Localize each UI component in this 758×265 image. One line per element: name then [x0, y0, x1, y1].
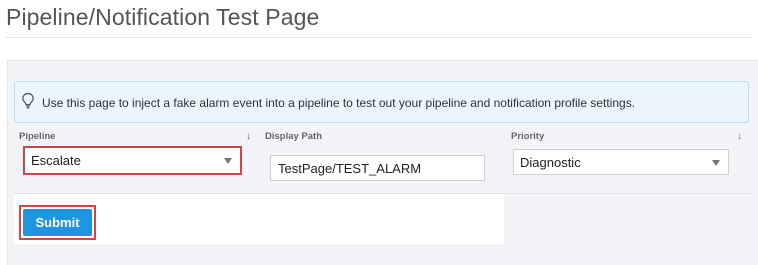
- test-form-panel: Use this page to inject a fake alarm eve…: [7, 60, 758, 265]
- info-text: Use this page to inject a fake alarm eve…: [42, 96, 636, 110]
- pipeline-sort-arrow-icon[interactable]: ↓: [246, 131, 251, 143]
- priority-label: Priority: [511, 131, 545, 142]
- page-title: Pipeline/Notification Test Page: [6, 4, 320, 30]
- pipeline-select-value: Escalate: [31, 153, 81, 168]
- chevron-down-icon: [224, 158, 232, 164]
- chevron-down-icon: [712, 160, 720, 166]
- submit-area: Submit: [14, 194, 504, 244]
- submit-button[interactable]: Submit: [23, 209, 92, 236]
- pipeline-select[interactable]: Escalate: [23, 146, 242, 175]
- display-path-input[interactable]: TestPage/TEST_ALARM: [270, 155, 485, 181]
- display-path-label: Display Path: [265, 131, 323, 142]
- info-banner: Use this page to inject a fake alarm eve…: [14, 81, 749, 123]
- priority-select[interactable]: Diagnostic: [513, 149, 729, 175]
- priority-select-value: Diagnostic: [520, 155, 581, 170]
- lightbulb-icon: [21, 92, 35, 110]
- submit-highlight: Submit: [19, 205, 96, 240]
- pipeline-label: Pipeline: [19, 131, 56, 142]
- priority-sort-arrow-icon[interactable]: ↓: [737, 131, 742, 143]
- title-divider: [6, 37, 752, 38]
